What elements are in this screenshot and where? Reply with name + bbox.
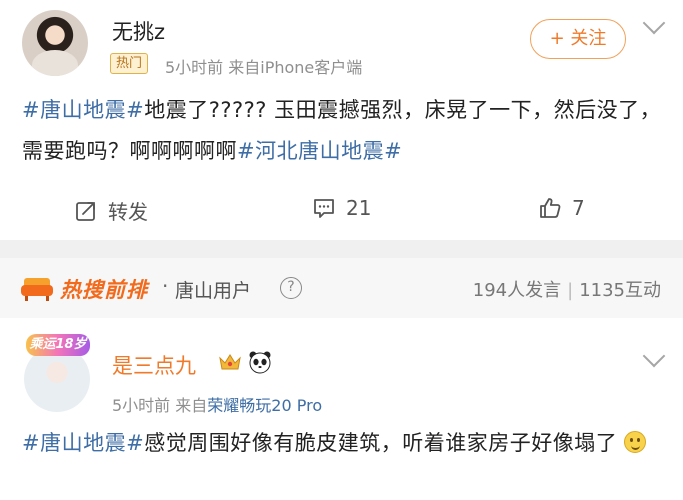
speaker-count: 194人发言 xyxy=(472,280,562,301)
avatar[interactable] xyxy=(22,10,88,76)
post-source[interactable]: 荣耀畅玩20 Pro xyxy=(207,396,322,415)
username[interactable]: 是三点九 xyxy=(112,350,196,380)
weibo-feed: 无挑z 热门 5小时前 来自iPhone客户端 + 关注 #唐山地震#地震了??… xyxy=(0,0,683,500)
post-card: 乘运18岁 是三点九 5小时前 来自荣耀畅玩20 Pro #唐山地震#感觉周围好… xyxy=(0,318,683,500)
post-time: 5小时前 来自 xyxy=(112,396,208,415)
like-button[interactable]: 7 xyxy=(538,196,585,220)
sofa-icon xyxy=(21,278,53,301)
post-meta: 5小时前 来自iPhone客户端 xyxy=(165,58,363,77)
stats-divider: | xyxy=(567,280,574,301)
hot-search-subtitle: 唐山用户 xyxy=(175,280,252,302)
post-body: 感觉周围好像有脆皮建筑，听着谁家房子好像塌了 xyxy=(144,431,618,455)
hashtag-link[interactable]: #唐山地震# xyxy=(22,431,144,455)
hashtag-link[interactable]: #河北唐山地震# xyxy=(237,139,402,163)
hot-search-bar[interactable]: 热搜前排 · 唐山用户 ? 194人发言 | 1135互动 xyxy=(0,258,683,318)
avatar[interactable]: 乘运18岁 xyxy=(22,332,92,412)
comment-button[interactable]: 21 xyxy=(312,196,371,220)
avatar-frame-badge: 乘运18岁 xyxy=(26,334,90,356)
repost-icon xyxy=(76,201,95,221)
username[interactable]: 无挑z xyxy=(112,16,165,46)
post-meta: 5小时前 来自荣耀畅玩20 Pro xyxy=(112,392,322,416)
divider xyxy=(0,240,683,258)
comment-count: 21 xyxy=(346,196,372,220)
hot-search-title: 热搜前排 xyxy=(60,278,148,302)
post-card: 无挑z 热门 5小时前 来自iPhone客户端 + 关注 #唐山地震#地震了??… xyxy=(0,0,683,240)
thumbs-up-icon xyxy=(540,198,561,218)
separator-dot: · xyxy=(162,274,169,298)
hot-badge: 热门 xyxy=(110,53,149,74)
hashtag-link[interactable]: #唐山地震# xyxy=(22,98,144,122)
repost-button[interactable]: 转发 xyxy=(74,196,148,225)
action-bar: 转发 21 7 xyxy=(0,196,683,228)
crown-icon xyxy=(219,354,241,370)
post-text: #唐山地震#感觉周围好像有脆皮建筑，听着谁家房子好像塌了 xyxy=(22,426,662,461)
comment-icon xyxy=(314,199,334,218)
panda-icon xyxy=(249,351,271,374)
hot-search-stats: 194人发言 | 1135互动 xyxy=(473,276,661,302)
follow-button[interactable]: + 关注 xyxy=(530,19,626,59)
chevron-down-icon[interactable] xyxy=(642,344,666,368)
smile-emoji-icon xyxy=(624,431,647,453)
chevron-down-icon[interactable] xyxy=(642,11,666,35)
post-text: #唐山地震#地震了????? 玉田震撼强烈，床晃了一下，然后没了，需要跑吗？啊啊… xyxy=(22,90,662,172)
repost-label: 转发 xyxy=(108,200,148,224)
help-icon[interactable]: ? xyxy=(280,277,302,299)
interaction-count: 1135互动 xyxy=(579,280,661,301)
like-count: 7 xyxy=(572,196,585,220)
